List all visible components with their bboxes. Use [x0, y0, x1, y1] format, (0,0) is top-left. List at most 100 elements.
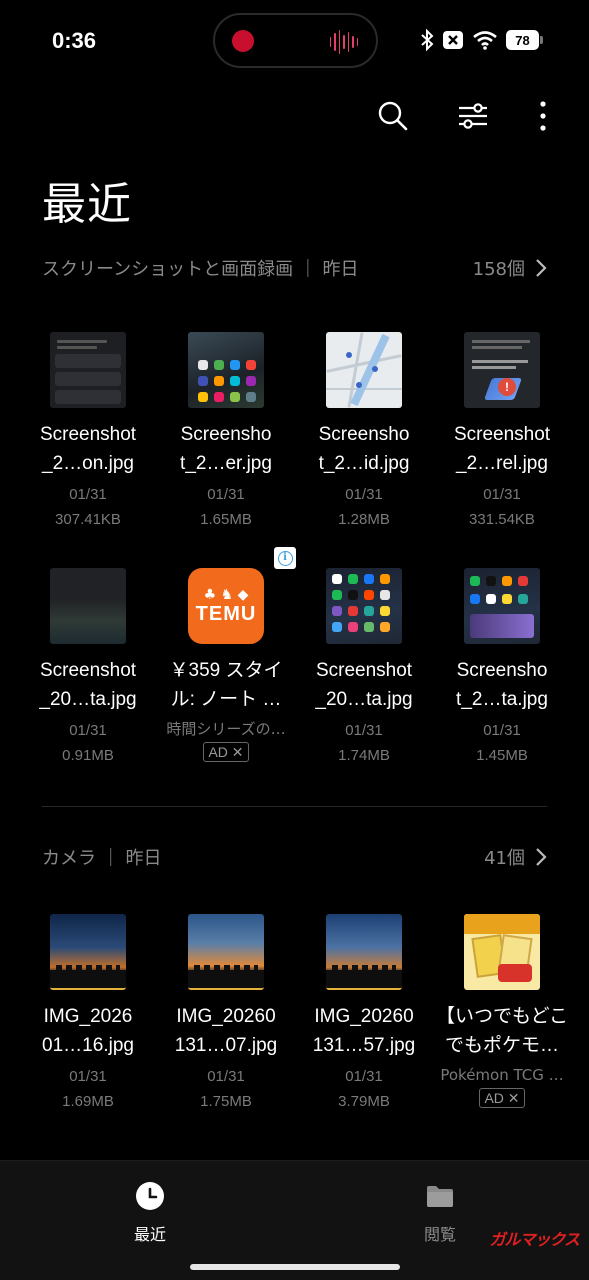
file-item[interactable]: Screenshot _20…ta.jpg 01/31 0.91MB: [18, 568, 158, 767]
thumbnail: [326, 568, 402, 644]
file-item[interactable]: Screenshot _20…ta.jpg 01/31 1.74MB: [294, 568, 434, 767]
file-size: 1.75MB: [200, 1093, 252, 1110]
thumbnail: [188, 332, 264, 408]
status-time: 0:36: [52, 28, 97, 53]
section-count: 41個: [484, 844, 547, 870]
file-size: 0.91MB: [62, 747, 114, 764]
thumbnail: [464, 568, 540, 644]
file-item[interactable]: Screensho t_2…ta.jpg 01/31 1.45MB: [432, 568, 572, 767]
thumbnail: [326, 914, 402, 990]
battery-icon: 78: [506, 30, 543, 50]
file-item[interactable]: IMG_20260 131…57.jpg 01/31 3.79MB: [294, 914, 434, 1113]
thumbnail: [50, 914, 126, 990]
file-item[interactable]: IMG_20260 131…07.jpg 01/31 1.75MB: [156, 914, 296, 1113]
ad-close-badge[interactable]: AD ✕: [479, 1088, 525, 1108]
file-date: 01/31: [69, 722, 107, 739]
file-size: 3.79MB: [338, 1093, 390, 1110]
temu-logo: ♣ ♞ ◆ TEMU: [188, 568, 264, 644]
thumbnail: [326, 332, 402, 408]
file-date: 01/31: [207, 486, 245, 503]
file-date: 01/31: [207, 1068, 245, 1085]
file-date: 01/31: [69, 1068, 107, 1085]
audio-wave-icon: [330, 30, 358, 54]
tab-label: 最近: [133, 1225, 166, 1244]
clock-icon: [136, 1182, 164, 1210]
file-item[interactable]: Screensho t_2…id.jpg 01/31 1.28MB: [294, 332, 434, 531]
file-date: 01/31: [345, 1068, 383, 1085]
file-item[interactable]: IMG_2026 01…16.jpg 01/31 1.69MB: [18, 914, 158, 1113]
nfc-off-icon: [442, 30, 464, 50]
file-name: Screensho t_2…id.jpg: [318, 424, 410, 474]
thumbnail: [50, 332, 126, 408]
home-indicator[interactable]: [190, 1264, 400, 1270]
filter-sliders-icon: [459, 103, 487, 129]
wifi-icon: [472, 30, 498, 50]
thumbnail: !: [464, 332, 540, 408]
file-name: Screenshot _2…rel.jpg: [453, 424, 551, 474]
file-name: IMG_20260 131…57.jpg: [312, 1006, 416, 1056]
file-item[interactable]: ! Screenshot _2…rel.jpg 01/31 331.54KB: [432, 332, 572, 531]
file-date: 01/31: [483, 486, 521, 503]
search-button[interactable]: [373, 96, 413, 136]
ad-title: 【いつでもどこ でもポケモ…: [435, 1006, 569, 1056]
recording-icon: [232, 30, 254, 52]
tab-recent[interactable]: 最近: [90, 1181, 210, 1245]
file-size: 307.41KB: [55, 511, 121, 528]
file-name: IMG_20260 131…07.jpg: [174, 1006, 278, 1056]
section-header-camera[interactable]: カメラ ｜ 昨日 41個: [42, 842, 547, 872]
ad-item-temu[interactable]: ♣ ♞ ◆ TEMU ￥359 スタイ ル: ノート … 時間シリーズの… AD …: [156, 568, 296, 762]
temu-wordmark: TEMU: [195, 603, 257, 625]
bluetooth-icon: [420, 29, 434, 51]
toolbar: [373, 96, 553, 136]
chevron-right-icon: [535, 847, 547, 867]
file-size: 1.74MB: [338, 747, 390, 764]
thumbnail: [50, 568, 126, 644]
file-name: Screenshot _20…ta.jpg: [39, 660, 137, 710]
file-size: 1.69MB: [62, 1093, 114, 1110]
file-name: Screensho t_2…ta.jpg: [456, 660, 548, 710]
more-vertical-icon: [540, 101, 546, 131]
info-icon: i: [277, 550, 293, 566]
file-size: 331.54KB: [469, 511, 535, 528]
watermark-logo: ガルマックス: [489, 1230, 580, 1249]
page-title: 最近: [42, 179, 132, 230]
file-item[interactable]: Screenshot _2…on.jpg 01/31 307.41KB: [18, 332, 158, 531]
ad-item-pokemon[interactable]: 【いつでもどこ でもポケモ… Pokémon TCG … AD ✕: [432, 914, 572, 1108]
tab-label: 閲覧: [423, 1225, 456, 1244]
pokemon-ad-image: [464, 914, 540, 990]
more-options-button[interactable]: [533, 96, 553, 136]
filter-button[interactable]: [453, 96, 493, 136]
status-bar: 0:36 78: [0, 0, 589, 84]
file-date: 01/31: [69, 486, 107, 503]
file-date: 01/31: [345, 722, 383, 739]
file-date: 01/31: [483, 722, 521, 739]
ad-subtitle: Pokémon TCG …: [440, 1066, 564, 1084]
section-title: カメラ ｜ 昨日: [42, 848, 162, 869]
section-divider: [42, 806, 547, 807]
chevron-right-icon: [535, 258, 547, 278]
bottom-navigation: 最近 閲覧: [0, 1160, 589, 1280]
status-icons: 78: [420, 29, 543, 51]
section-count-label: 41個: [484, 848, 525, 869]
ad-close-badge[interactable]: AD ✕: [203, 742, 249, 762]
file-date: 01/31: [345, 486, 383, 503]
file-name: IMG_2026 01…16.jpg: [42, 1006, 134, 1056]
section-title: スクリーンショットと画面録画 ｜ 昨日: [42, 259, 359, 280]
file-name: Screenshot _2…on.jpg: [39, 424, 137, 474]
file-size: 1.28MB: [338, 511, 390, 528]
file-name: Screensho t_2…er.jpg: [180, 424, 272, 474]
file-item[interactable]: Screensho t_2…er.jpg 01/31 1.65MB: [156, 332, 296, 531]
ad-subtitle: 時間シリーズの…: [166, 720, 286, 738]
section-header-screenshots[interactable]: スクリーンショットと画面録画 ｜ 昨日 158個: [42, 253, 547, 283]
ad-title: ￥359 スタイ ル: ノート …: [169, 660, 283, 710]
thumbnail: [188, 914, 264, 990]
tab-browse[interactable]: 閲覧: [380, 1181, 500, 1245]
temu-glyphs: ♣ ♞ ◆: [203, 587, 249, 603]
section-count: 158個: [473, 255, 547, 281]
search-icon: [378, 101, 408, 131]
dynamic-island[interactable]: [213, 13, 378, 68]
file-size: 1.65MB: [200, 511, 252, 528]
file-size: 1.45MB: [476, 747, 528, 764]
ad-info-button[interactable]: i: [274, 547, 296, 569]
section-count-label: 158個: [472, 259, 525, 280]
